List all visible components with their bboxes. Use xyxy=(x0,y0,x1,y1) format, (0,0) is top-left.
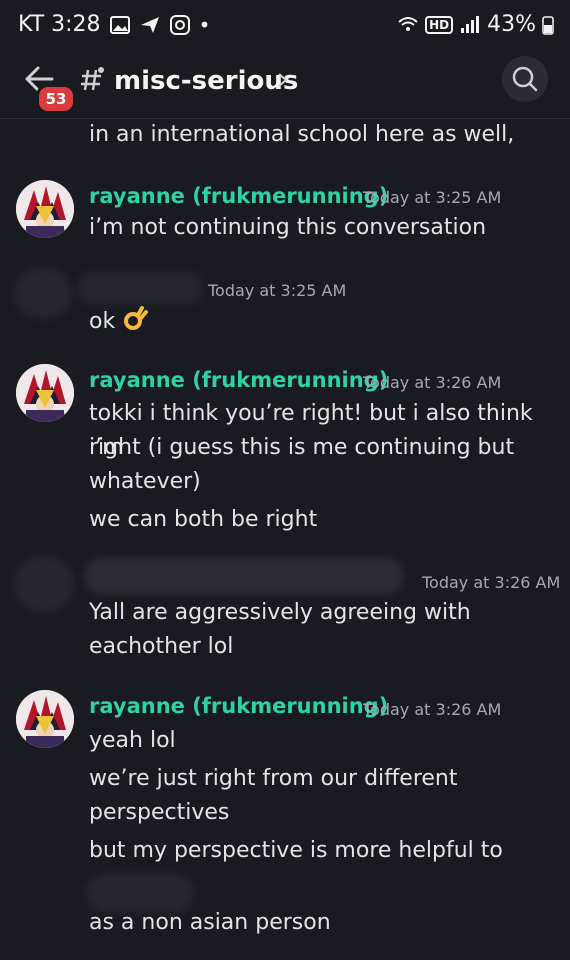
avatar-image xyxy=(16,690,74,748)
chevron-right-icon[interactable] xyxy=(276,70,290,90)
message-timestamp: Today at 3:25 AM xyxy=(208,281,347,300)
redacted-author-name xyxy=(78,272,202,304)
avatar[interactable] xyxy=(16,180,74,238)
message-text: we’re just right from our different xyxy=(89,766,458,791)
dot-icon: • xyxy=(198,12,211,37)
search-icon xyxy=(512,66,538,92)
instagram-icon xyxy=(169,14,190,35)
message-text-content: ok xyxy=(89,309,116,334)
carrier-time: KT 3:28 xyxy=(18,12,101,37)
channel-header: 53 misc-serious xyxy=(0,52,570,116)
wifi-icon xyxy=(398,16,418,31)
avatar[interactable] xyxy=(16,690,74,748)
message-text: Yall are aggressively agreeing with xyxy=(89,600,471,625)
unread-badge: 53 xyxy=(36,84,76,114)
signal-icon xyxy=(461,15,480,33)
message-text: perspectives xyxy=(89,800,230,825)
battery-icon xyxy=(542,15,554,35)
author-name[interactable]: rayanne (frukmerunning) xyxy=(89,368,388,392)
message-text: yeah lol xyxy=(89,728,176,753)
avatar-image xyxy=(16,180,74,238)
message-text: i’m not continuing this conversation xyxy=(89,215,487,240)
author-name[interactable]: rayanne (frukmerunning) xyxy=(89,184,388,208)
redacted-avatar xyxy=(14,268,72,318)
ok-hand-emoji-icon xyxy=(124,306,149,330)
message-timestamp: Today at 3:26 AM xyxy=(363,373,502,392)
message-text: as a non asian person xyxy=(89,910,331,935)
avatar-image xyxy=(16,364,74,422)
message-text: in an international school here as well, xyxy=(89,122,515,147)
redacted-avatar xyxy=(14,556,74,612)
send-icon xyxy=(140,16,159,33)
message-text: ok xyxy=(89,305,149,339)
author-name[interactable]: rayanne (frukmerunning) xyxy=(89,694,388,718)
status-bar: KT 3:28 • HD 43% xyxy=(0,0,570,50)
message-text: we can both be right xyxy=(89,507,318,532)
text-channel-icon xyxy=(81,67,104,91)
redacted-author-name xyxy=(84,558,404,594)
message-text: right (i guess this is me continuing but xyxy=(89,435,515,460)
search-button[interactable] xyxy=(502,56,548,102)
gallery-icon xyxy=(109,15,130,34)
message-text: whatever) xyxy=(89,469,201,494)
message-timestamp: Today at 3:25 AM xyxy=(363,188,502,207)
message-text: eachother lol xyxy=(89,634,234,659)
channel-name[interactable]: misc-serious xyxy=(114,66,298,96)
message-timestamp: Today at 3:26 AM xyxy=(422,573,561,592)
message-text: but my perspective is more helpful to xyxy=(89,838,503,863)
hd-badge: HD xyxy=(425,15,454,34)
message-timestamp: Today at 3:26 AM xyxy=(363,700,502,719)
avatar[interactable] xyxy=(16,364,74,422)
battery-percent: 43% xyxy=(487,12,536,37)
